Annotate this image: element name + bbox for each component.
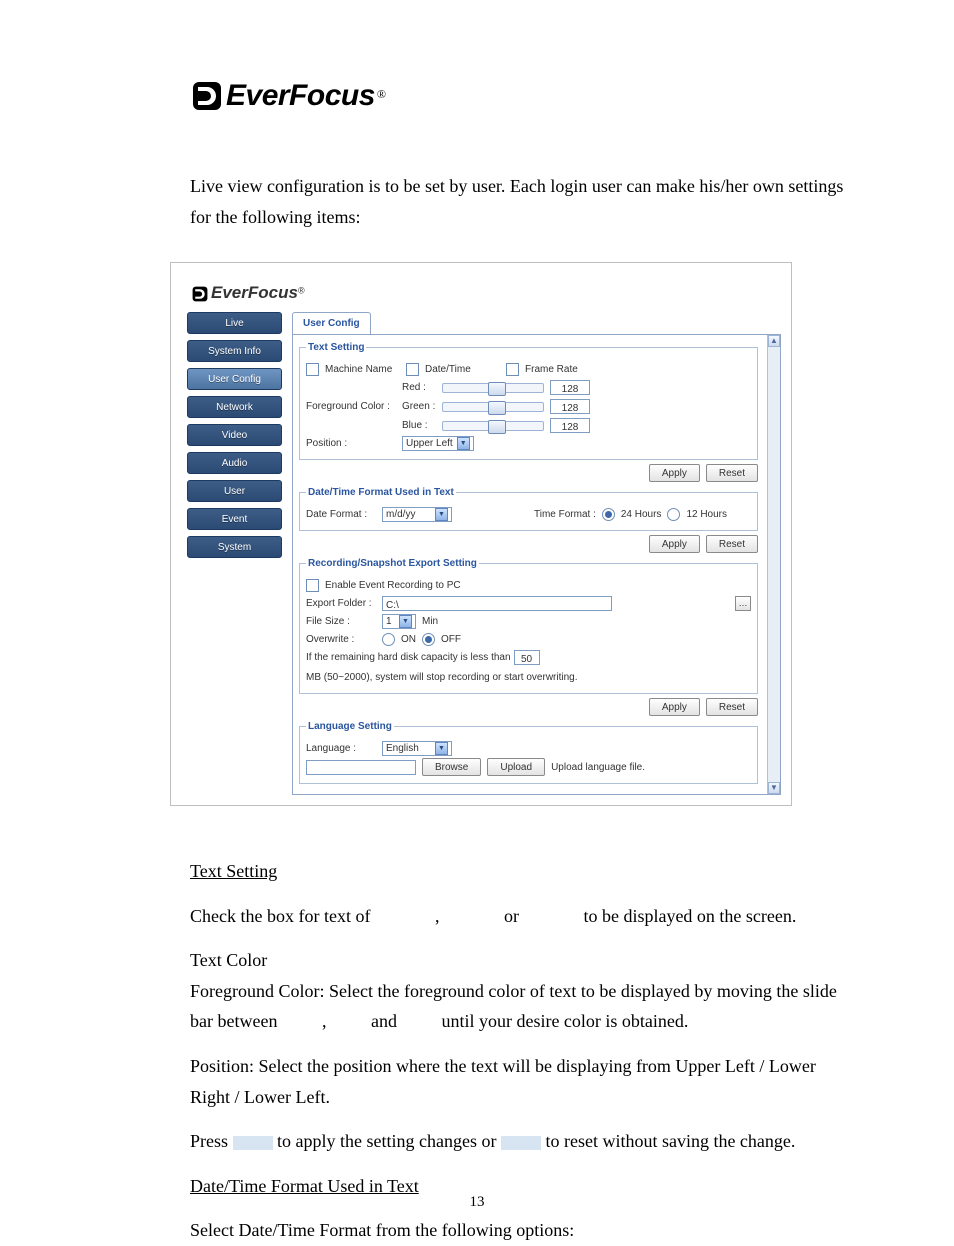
screenshot-logo: EverFocus® (181, 273, 781, 312)
label-position: Position : (306, 435, 396, 452)
label-upload-msg: Upload language file. (551, 759, 645, 776)
label-green: Green : (402, 398, 436, 415)
logo-text: EverFocus® (226, 70, 386, 121)
reset-button[interactable]: Reset (706, 464, 758, 482)
nav-audio[interactable]: Audio (187, 452, 282, 474)
apply-placeholder-icon (233, 1136, 273, 1150)
label-12h: 12 Hours (686, 506, 727, 523)
paragraph-apply-reset: Press to apply the setting changes or to… (190, 1126, 854, 1157)
value-blue[interactable]: 128 (550, 418, 590, 433)
label-export-folder: Export Folder : (306, 595, 376, 612)
nav-video[interactable]: Video (187, 424, 282, 446)
label-file-size-unit: Min (422, 613, 438, 630)
tab-user-config[interactable]: User Config (292, 312, 371, 334)
input-export-folder[interactable]: C:\ (382, 596, 612, 611)
legend-language: Language Setting (306, 718, 394, 735)
chevron-down-icon: ▼ (457, 437, 470, 450)
chevron-down-icon: ▼ (399, 615, 412, 628)
scroll-down-icon[interactable]: ▼ (768, 782, 780, 794)
select-file-size[interactable]: 1 ▼ (382, 614, 416, 629)
legend-text-setting: Text Setting (306, 339, 366, 356)
label-24h: 24 Hours (621, 506, 662, 523)
group-datetime-format: Date/Time Format Used in Text Date Forma… (299, 484, 758, 531)
input-language-file[interactable] (306, 760, 416, 775)
label-language: Language : (306, 740, 376, 757)
nav-user[interactable]: User (187, 480, 282, 502)
label-red: Red : (402, 379, 436, 396)
reset-button[interactable]: Reset (706, 535, 758, 553)
nav-system-info[interactable]: System Info (187, 340, 282, 362)
note-text-b: MB (50~2000), system will stop recording… (306, 669, 578, 686)
nav-user-config[interactable]: User Config (187, 368, 282, 390)
label-frame-rate: Frame Rate (525, 361, 578, 378)
nav-live[interactable]: Live (187, 312, 282, 334)
logo-icon (190, 79, 224, 113)
paragraph-datetime: Select Date/Time Format from the followi… (190, 1215, 854, 1246)
heading-text-setting: Text Setting (190, 856, 854, 887)
page-number: 13 (0, 1190, 954, 1216)
slider-blue[interactable] (442, 421, 544, 431)
checkbox-machine-name[interactable] (306, 363, 319, 376)
brand-logo: EverFocus® (190, 70, 854, 121)
label-enable-recording: Enable Event Recording to PC (325, 577, 461, 594)
panel-scrollbar[interactable]: ▲ ▼ (767, 335, 780, 794)
label-on: ON (401, 631, 416, 648)
label-blue: Blue : (402, 417, 436, 434)
slider-green[interactable] (442, 402, 544, 412)
legend-datetime: Date/Time Format Used in Text (306, 484, 456, 501)
reset-button[interactable]: Reset (706, 698, 758, 716)
sidebar: Live System Info User Config Network Vid… (181, 312, 286, 558)
label-overwrite: Overwrite : (306, 631, 376, 648)
label-date-format: Date Format : (306, 506, 376, 523)
apply-button[interactable]: Apply (649, 698, 700, 716)
browse-folder-button[interactable]: … (735, 596, 751, 611)
label-file-size: File Size : (306, 613, 376, 630)
apply-button[interactable]: Apply (649, 535, 700, 553)
label-date-time: Date/Time (425, 361, 500, 378)
scroll-up-icon[interactable]: ▲ (768, 335, 780, 347)
select-language[interactable]: English ▼ (382, 741, 452, 756)
label-off: OFF (441, 631, 461, 648)
nav-network[interactable]: Network (187, 396, 282, 418)
input-capacity-mb[interactable]: 50 (514, 650, 540, 665)
radio-overwrite-off[interactable] (422, 633, 435, 646)
upload-button[interactable]: Upload (487, 758, 545, 776)
label-machine-name: Machine Name (325, 361, 400, 378)
group-language: Language Setting Language : English ▼ (299, 718, 758, 784)
checkbox-enable-recording[interactable] (306, 579, 319, 592)
browse-button[interactable]: Browse (422, 758, 481, 776)
value-green[interactable]: 128 (550, 399, 590, 414)
select-position[interactable]: Upper Left ▼ (402, 436, 474, 451)
note-text-a: If the remaining hard disk capacity is l… (306, 649, 511, 666)
paragraph-fg-color: Foreground Color: Select the foreground … (190, 976, 854, 1037)
select-date-format[interactable]: m/d/yy ▼ (382, 507, 452, 522)
chevron-down-icon: ▼ (435, 508, 448, 521)
radio-12h[interactable] (667, 508, 680, 521)
heading-text-color: Text Color (190, 945, 854, 976)
document-page: EverFocus® Live view configuration is to… (0, 0, 954, 1235)
main-panel: User Config ▲ ▼ Text Setting Mach (286, 312, 781, 795)
checkbox-date-time[interactable] (406, 363, 419, 376)
group-recording: Recording/Snapshot Export Setting Enable… (299, 555, 758, 694)
chevron-down-icon: ▼ (435, 742, 448, 755)
intro-paragraph: Live view configuration is to be set by … (190, 171, 854, 232)
slider-red[interactable] (442, 383, 544, 393)
value-red[interactable]: 128 (550, 380, 590, 395)
label-time-format: Time Format : (534, 506, 596, 523)
paragraph-position: Position: Select the position where the … (190, 1051, 854, 1112)
nav-event[interactable]: Event (187, 508, 282, 530)
radio-overwrite-on[interactable] (382, 633, 395, 646)
legend-recording: Recording/Snapshot Export Setting (306, 555, 479, 572)
label-fg-color: Foreground Color : (306, 398, 396, 415)
reset-placeholder-icon (501, 1136, 541, 1150)
paragraph-checkbox-note: Check the box for text of , or to be dis… (190, 901, 854, 932)
group-text-setting: Text Setting Machine Name Date/Time Fram… (299, 339, 758, 460)
apply-button[interactable]: Apply (649, 464, 700, 482)
config-screenshot: EverFocus® Live System Info User Config … (170, 262, 792, 806)
checkbox-frame-rate[interactable] (506, 363, 519, 376)
radio-24h[interactable] (602, 508, 615, 521)
nav-system[interactable]: System (187, 536, 282, 558)
